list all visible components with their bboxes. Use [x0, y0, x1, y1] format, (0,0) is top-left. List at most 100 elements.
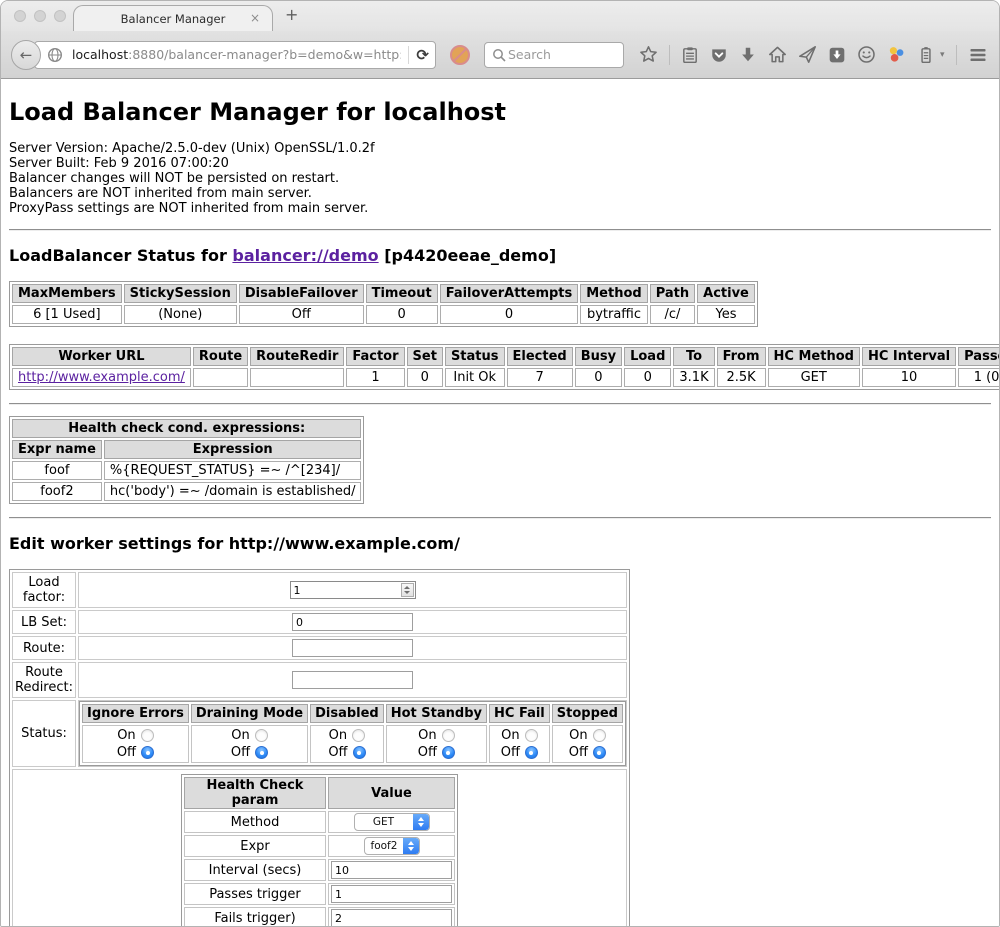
- route-label: Route:: [12, 636, 76, 660]
- page-content: Load Balancer Manager for localhost Serv…: [1, 79, 999, 926]
- expr-label: Expr: [184, 835, 326, 857]
- divider: [408, 46, 409, 64]
- hot-standby-on-radio[interactable]: [442, 729, 455, 742]
- load-factor-row: Load factor:: [12, 572, 627, 608]
- tab-close-icon[interactable]: ×: [250, 11, 260, 25]
- ignore-errors-on-radio[interactable]: [141, 729, 154, 742]
- downloads-icon[interactable]: [739, 46, 757, 64]
- back-button[interactable]: ←: [11, 40, 41, 70]
- health-check-row: Health Check param Value Method GET: [12, 769, 627, 926]
- fails-input[interactable]: [331, 909, 452, 926]
- route-input[interactable]: [292, 639, 413, 657]
- route-redirect-input[interactable]: [292, 671, 413, 689]
- load-factor-input[interactable]: [290, 581, 416, 599]
- zoom-window-button[interactable]: [54, 10, 66, 22]
- fails-label: Fails trigger): [184, 907, 326, 926]
- passes-input[interactable]: [331, 885, 452, 903]
- health-check-expressions-table: Health check cond. expressions: Expr nam…: [9, 416, 364, 504]
- close-window-button[interactable]: [14, 10, 26, 22]
- reload-icon[interactable]: ⟳: [416, 46, 429, 64]
- menu-icon[interactable]: [968, 45, 988, 65]
- traffic-lights: [14, 10, 66, 22]
- worker-url-link[interactable]: http://www.example.com/: [18, 370, 185, 385]
- passes-label: Passes trigger: [184, 883, 326, 905]
- tab-balancer-manager[interactable]: Balancer Manager ×: [73, 5, 273, 31]
- status-label: Status:: [12, 700, 76, 767]
- hc-fail-on-radio[interactable]: [525, 729, 538, 742]
- divider: [956, 45, 957, 65]
- route-redirect-label: Route Redirect:: [12, 662, 76, 698]
- browser-window: Balancer Manager × + ← localhost:8880/ba…: [0, 0, 1000, 927]
- chevron-down-icon[interactable]: ▾: [940, 50, 945, 60]
- interval-label: Interval (secs): [184, 859, 326, 881]
- notice-proxypass: ProxyPass settings are NOT inherited fro…: [9, 201, 991, 216]
- table-row: http://www.example.com/ 1 0 Init Ok 7 0 …: [12, 368, 999, 387]
- route-row: Route:: [12, 636, 627, 660]
- route-redirect-row: Route Redirect:: [12, 662, 627, 698]
- status-row: Status: Ignore Errors Draining Mode Disa…: [12, 700, 627, 767]
- home-icon[interactable]: [768, 45, 787, 64]
- hot-standby-off-radio[interactable]: [442, 746, 455, 759]
- server-built: Server Built: Feb 9 2016 07:00:20: [9, 156, 991, 171]
- expr-table-title: Health check cond. expressions:: [12, 419, 361, 438]
- draining-mode-off-radio[interactable]: [255, 746, 268, 759]
- send-tab-icon[interactable]: [798, 45, 817, 64]
- method-select[interactable]: GET: [354, 813, 430, 831]
- reading-list-icon[interactable]: [681, 46, 699, 64]
- bookmark-star-icon[interactable]: [639, 45, 658, 64]
- server-info: Server Version: Apache/2.5.0-dev (Unix) …: [9, 141, 991, 216]
- minimize-window-button[interactable]: [34, 10, 46, 22]
- lb-set-label: LB Set:: [12, 610, 76, 634]
- url-bar[interactable]: localhost:8880/balancer-manager?b=demo&w…: [34, 41, 436, 69]
- table-row: 6 [1 Used] (None) Off 0 0 bytraffic /c/ …: [12, 305, 755, 324]
- select-arrows-icon: [403, 838, 418, 854]
- disabled-off-radio[interactable]: [353, 746, 366, 759]
- worker-status-table: Worker URL Route RouteRedir Factor Set S…: [9, 344, 999, 390]
- health-check-param-table: Health Check param Value Method GET: [181, 774, 458, 926]
- colorful-extension-icon[interactable]: [887, 45, 906, 64]
- table-row: foof2 hc('body') =~ /domain is establish…: [12, 482, 361, 501]
- ignore-errors-off-radio[interactable]: [141, 746, 154, 759]
- method-label: Method: [184, 811, 326, 833]
- lb-set-input[interactable]: [292, 613, 413, 631]
- search-icon: [492, 48, 506, 62]
- new-tab-button[interactable]: +: [285, 5, 298, 24]
- notice-persist: Balancer changes will NOT be persisted o…: [9, 171, 991, 186]
- navigation-toolbar: ← localhost:8880/balancer-manager?b=demo…: [1, 31, 999, 79]
- pocket-icon[interactable]: [710, 46, 728, 64]
- divider: [9, 229, 991, 231]
- stopped-on-radio[interactable]: [593, 729, 606, 742]
- number-stepper-icon[interactable]: [401, 583, 414, 597]
- status-options-table: Ignore Errors Draining Mode Disabled Hot…: [79, 701, 626, 766]
- search-bar[interactable]: [484, 42, 624, 68]
- tab-title: Balancer Manager: [121, 12, 226, 26]
- stopped-off-radio[interactable]: [593, 746, 606, 759]
- search-input[interactable]: [506, 46, 616, 63]
- balancer-status-heading: LoadBalancer Status for balancer://demo …: [9, 246, 991, 265]
- draining-mode-on-radio[interactable]: [255, 729, 268, 742]
- balancer-status-table: MaxMembers StickySession DisableFailover…: [9, 281, 758, 327]
- select-arrows-icon: [413, 814, 429, 830]
- load-factor-label: Load factor:: [12, 572, 76, 608]
- page-title: Load Balancer Manager for localhost: [9, 98, 991, 126]
- edit-worker-form: Load factor: LB Set: Route: Route Redire…: [9, 569, 630, 926]
- edit-worker-heading: Edit worker settings for http://www.exam…: [9, 534, 991, 553]
- disabled-on-radio[interactable]: [352, 729, 365, 742]
- battery-extension-icon[interactable]: [917, 46, 935, 64]
- divider: [9, 403, 991, 405]
- hc-fail-off-radio[interactable]: [525, 746, 538, 759]
- download-box-icon[interactable]: [828, 46, 846, 64]
- table-row: foof %{REQUEST_STATUS} =~ /^[234]/: [12, 461, 361, 480]
- divider: [669, 45, 670, 65]
- content-blocked-icon[interactable]: [449, 44, 471, 66]
- toolbar-icons: ▾: [639, 45, 1000, 65]
- notice-balancers: Balancers are NOT inherited from main se…: [9, 186, 991, 201]
- url-text[interactable]: localhost:8880/balancer-manager?b=demo&w…: [72, 47, 401, 62]
- feedback-smiley-icon[interactable]: [857, 45, 876, 64]
- interval-input[interactable]: [331, 861, 452, 879]
- server-version: Server Version: Apache/2.5.0-dev (Unix) …: [9, 141, 991, 156]
- balancer-demo-link[interactable]: balancer://demo: [232, 246, 378, 265]
- expr-select[interactable]: foof2: [364, 837, 420, 855]
- divider: [9, 517, 991, 519]
- tab-bar: Balancer Manager × +: [1, 1, 999, 31]
